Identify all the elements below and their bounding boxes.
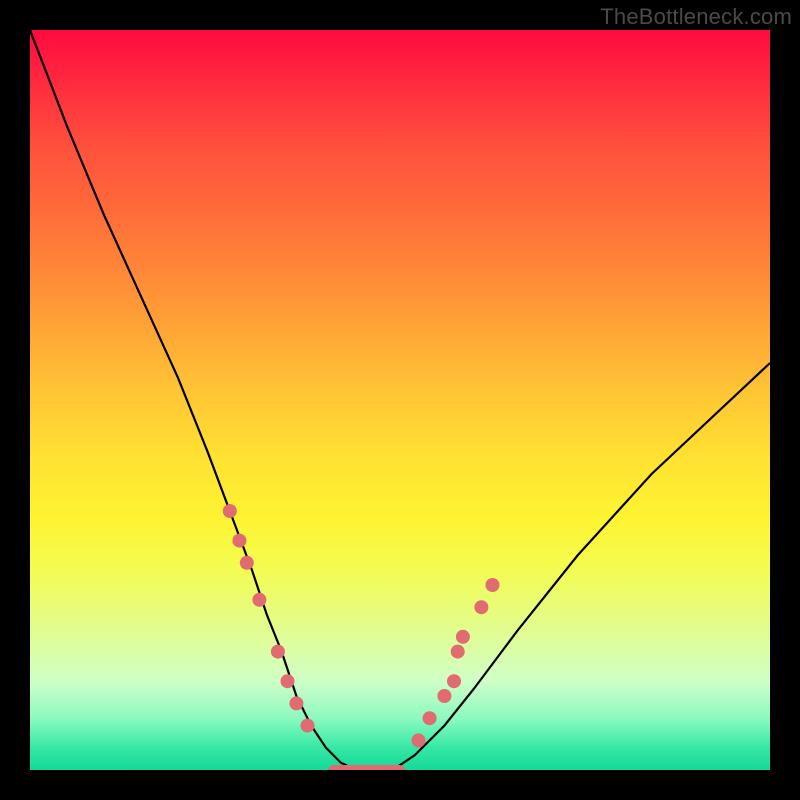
dot-left-2	[240, 556, 254, 570]
dot-right-5	[456, 630, 470, 644]
dot-left-5	[281, 674, 295, 688]
watermark-text: TheBottleneck.com	[600, 4, 792, 30]
chart-container: TheBottleneck.com	[0, 0, 800, 800]
dot-right-6	[474, 600, 488, 614]
dot-left-6	[289, 696, 303, 710]
dot-right-1	[423, 711, 437, 725]
dot-right-3	[447, 674, 461, 688]
dot-left-1	[232, 534, 246, 548]
plot-area	[30, 30, 770, 770]
dot-left-3	[252, 593, 266, 607]
dot-left-7	[301, 719, 315, 733]
dots-right-group	[412, 578, 500, 747]
dot-left-0	[223, 504, 237, 518]
dot-right-2	[437, 689, 451, 703]
dot-left-4	[271, 645, 285, 659]
curve-svg	[30, 30, 770, 770]
dot-right-4	[451, 645, 465, 659]
dot-right-7	[486, 578, 500, 592]
dot-right-0	[412, 733, 426, 747]
bottleneck-curve	[30, 30, 770, 770]
